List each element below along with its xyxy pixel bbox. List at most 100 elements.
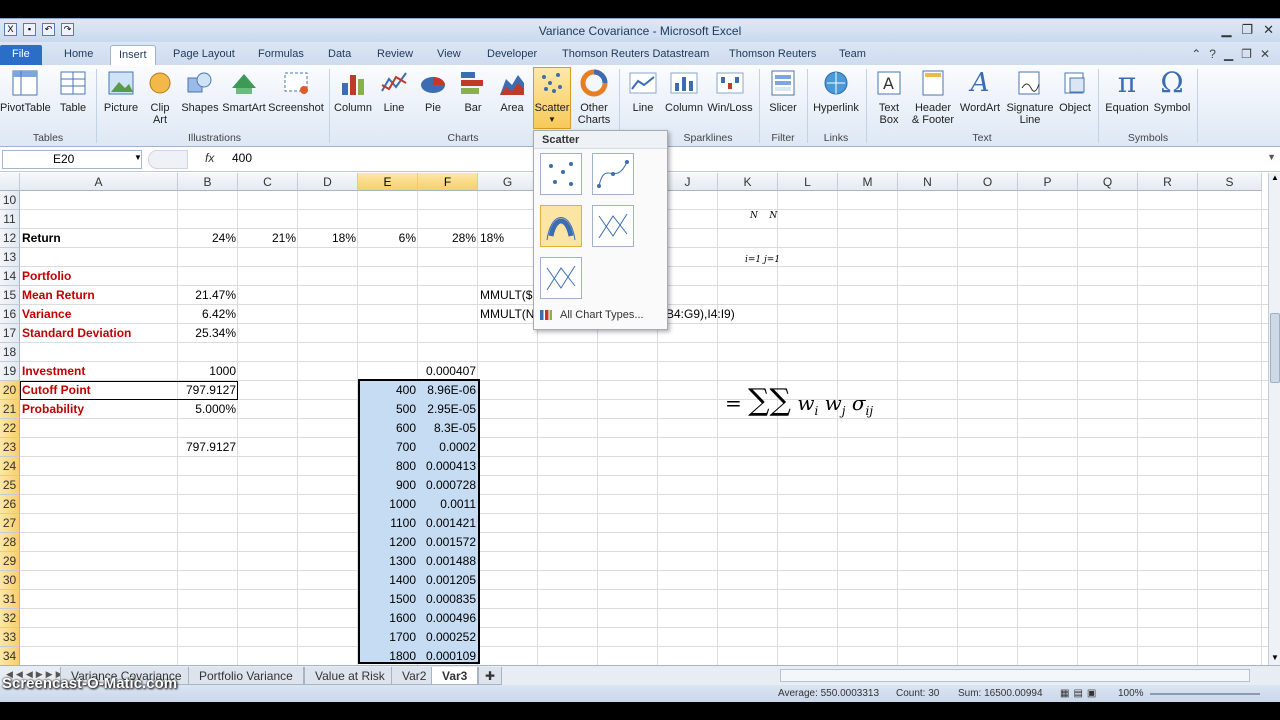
expand-formula-icon[interactable]: ▼ xyxy=(1267,152,1276,162)
symbol-button[interactable]: Ω Symbol xyxy=(1152,68,1192,115)
row-header-14[interactable]: 14 xyxy=(0,267,20,286)
tab-page-layout[interactable]: Page Layout xyxy=(171,45,237,65)
column-header-q[interactable]: Q xyxy=(1078,173,1138,191)
table-button[interactable]: Table xyxy=(55,68,91,114)
wb-minimize-icon[interactable]: ▁ xyxy=(1224,47,1233,61)
area-chart-button[interactable]: Area xyxy=(494,68,530,114)
cell-b21[interactable]: 5.000% xyxy=(178,402,238,416)
scatter-straight-lines-option[interactable] xyxy=(540,257,582,299)
close-icon[interactable]: ✕ xyxy=(1263,22,1274,38)
text-box-button[interactable]: A Text Box xyxy=(870,68,908,126)
shapes-button[interactable]: Shapes xyxy=(180,68,220,114)
help-icon[interactable]: ? xyxy=(1209,47,1216,61)
tab-insert[interactable]: Insert xyxy=(110,45,156,65)
column-header-g[interactable]: G xyxy=(478,173,538,191)
cell-b19[interactable]: 1000 xyxy=(178,364,238,378)
tab-developer[interactable]: Developer xyxy=(485,45,539,65)
bar-chart-button[interactable]: Bar xyxy=(455,68,491,114)
row-header-34[interactable]: 34 xyxy=(0,647,20,665)
view-buttons[interactable]: ▦▤▣ xyxy=(1060,688,1100,699)
cell-d12[interactable]: 18% xyxy=(298,231,358,245)
pie-chart-button[interactable]: Pie xyxy=(416,68,450,114)
cell-b15[interactable]: 21.47% xyxy=(178,288,238,302)
sparkline-winloss-button[interactable]: Win/Loss xyxy=(706,68,754,114)
tab-team[interactable]: Team xyxy=(837,45,868,65)
cell-a15[interactable]: Mean Return xyxy=(20,288,97,302)
name-box[interactable]: E20 xyxy=(2,150,142,169)
scroll-down-icon[interactable]: ▼ xyxy=(1270,653,1280,665)
sheet-tab-var3[interactable]: Var3 xyxy=(431,667,479,685)
row-header-26[interactable]: 26 xyxy=(0,495,20,514)
row-header-27[interactable]: 27 xyxy=(0,514,20,533)
row-header-19[interactable]: 19 xyxy=(0,362,20,381)
cell-g16[interactable]: MMULT(N xyxy=(478,307,536,321)
cell-a19[interactable]: Investment xyxy=(20,364,87,378)
column-header-e[interactable]: E xyxy=(358,173,418,191)
column-header-m[interactable]: M xyxy=(838,173,898,191)
equation-button[interactable]: π Equation xyxy=(1102,68,1152,115)
row-header-32[interactable]: 32 xyxy=(0,609,20,628)
fx-icon[interactable]: fx xyxy=(205,151,214,165)
cell-a14[interactable]: Portfolio xyxy=(20,269,73,283)
cell-a16[interactable]: Variance xyxy=(20,307,73,321)
row-header-23[interactable]: 23 xyxy=(0,438,20,457)
column-header-b[interactable]: B xyxy=(178,173,238,191)
tab-data[interactable]: Data xyxy=(326,45,353,65)
scatter-smooth-lines-option[interactable] xyxy=(540,205,582,247)
tab-home[interactable]: Home xyxy=(62,45,95,65)
row-header-33[interactable]: 33 xyxy=(0,628,20,647)
collapse-ribbon-icon[interactable]: ⌃ xyxy=(1191,47,1201,61)
cell-b17[interactable]: 25.34% xyxy=(178,326,238,340)
tab-view[interactable]: View xyxy=(435,45,463,65)
cell-b16[interactable]: 6.42% xyxy=(178,307,238,321)
vertical-scrollbar[interactable]: ▲ ▼ xyxy=(1268,173,1280,665)
variance-formula-image[interactable]: = ∑∑ wi wj σij xyxy=(725,383,873,418)
slicer-button[interactable]: Slicer xyxy=(763,68,803,114)
row-header-20[interactable]: 20 xyxy=(0,381,20,400)
horizontal-scrollbar[interactable] xyxy=(780,669,1250,682)
cell-b12[interactable]: 24% xyxy=(178,231,238,245)
cell-f12[interactable]: 28% xyxy=(418,231,478,245)
cell-f19[interactable]: 0.000407 xyxy=(418,364,478,378)
insert-sheet-icon[interactable]: ✚ xyxy=(478,667,503,685)
sparkline-column-button[interactable]: Column xyxy=(664,68,704,114)
column-header-r[interactable]: R xyxy=(1138,173,1198,191)
row-header-18[interactable]: 18 xyxy=(0,343,20,362)
cell-g15[interactable]: MMULT($ xyxy=(478,288,534,302)
other-charts-button[interactable]: Other Charts xyxy=(574,68,614,126)
clip-art-button[interactable]: Clip Art xyxy=(144,68,176,126)
row-header-17[interactable]: 17 xyxy=(0,324,20,343)
sheet-tab-portfolio-variance[interactable]: Portfolio Variance xyxy=(188,667,304,685)
wb-close-icon[interactable]: ✕ xyxy=(1260,47,1270,61)
screenshot-button[interactable]: Screenshot xyxy=(268,68,324,114)
row-header-30[interactable]: 30 xyxy=(0,571,20,590)
row-header-25[interactable]: 25 xyxy=(0,476,20,495)
signature-line-button[interactable]: Signature Line xyxy=(1004,68,1056,126)
column-header-n[interactable]: N xyxy=(898,173,958,191)
scatter-chart-button[interactable]: Scatter ▼ xyxy=(533,67,571,129)
line-chart-button[interactable]: Line xyxy=(376,68,412,114)
cell-g12[interactable]: 18% xyxy=(478,231,506,245)
restore-icon[interactable]: ❐ xyxy=(1241,22,1253,38)
zoom-slider[interactable] xyxy=(1150,693,1260,695)
column-header-c[interactable]: C xyxy=(238,173,298,191)
cell-b23[interactable]: 797.9127 xyxy=(178,440,238,454)
all-chart-types-link[interactable]: All Chart Types... xyxy=(540,309,644,321)
tab-review[interactable]: Review xyxy=(375,45,415,65)
row-header-24[interactable]: 24 xyxy=(0,457,20,476)
wb-restore-icon[interactable]: ❐ xyxy=(1241,47,1252,61)
formula-bar-expand[interactable] xyxy=(148,150,188,169)
row-header-29[interactable]: 29 xyxy=(0,552,20,571)
wordart-button[interactable]: A WordArt xyxy=(958,68,1002,114)
column-header-a[interactable]: A xyxy=(20,173,178,191)
smartart-button[interactable]: SmartArt xyxy=(222,68,266,114)
row-header-22[interactable]: 22 xyxy=(0,419,20,438)
row-header-13[interactable]: 13 xyxy=(0,248,20,267)
column-header-d[interactable]: D xyxy=(298,173,358,191)
scroll-up-icon[interactable]: ▲ xyxy=(1270,173,1280,185)
row-header-11[interactable]: 11 xyxy=(0,210,20,229)
formula-input[interactable]: 400 xyxy=(232,151,252,165)
column-header-s[interactable]: S xyxy=(1198,173,1262,191)
scatter-markers-only-option[interactable] xyxy=(540,153,582,195)
scroll-thumb[interactable] xyxy=(1270,313,1280,383)
